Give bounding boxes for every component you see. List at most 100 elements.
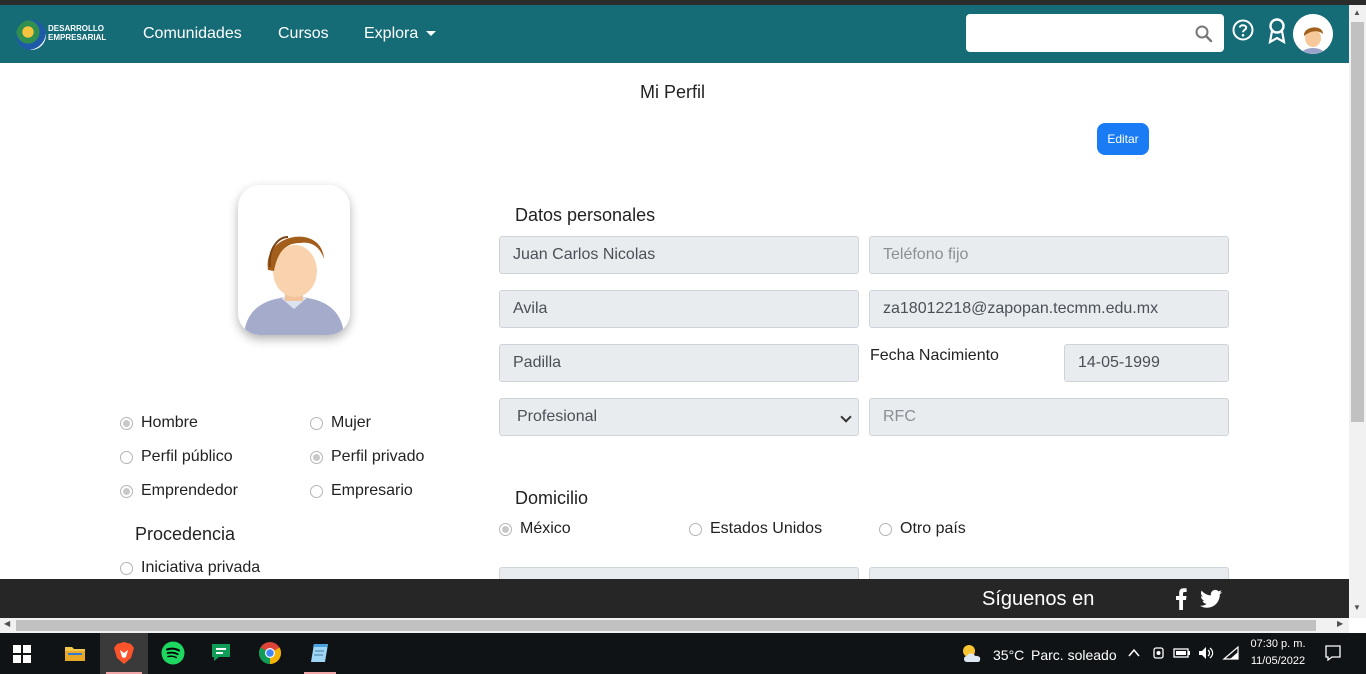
spotify-icon[interactable] [161, 641, 185, 665]
user-avatar[interactable] [1293, 14, 1333, 54]
google-chat-icon[interactable] [209, 641, 233, 665]
horizontal-scrollbar[interactable]: ◀ ▶ [0, 618, 1349, 633]
chrome-icon[interactable] [258, 641, 282, 665]
radio-estados-unidos[interactable]: Estados Unidos [689, 520, 822, 538]
radio-label: Perfil privado [331, 448, 425, 465]
nombre-field[interactable]: Juan Carlos Nicolas [499, 236, 859, 274]
procedencia-title: Procedencia [135, 524, 236, 544]
radio-indicator[interactable] [310, 484, 323, 498]
vertical-scroll-thumb[interactable] [1351, 22, 1364, 422]
radio-indicator[interactable] [120, 484, 133, 498]
windows-start-icon[interactable] [12, 644, 32, 664]
domicilio-field-2[interactable] [869, 567, 1229, 579]
navbar: DESARROLLO EMPRESARIAL Comunidades Curso… [0, 5, 1349, 63]
notifications-icon[interactable] [1324, 644, 1342, 662]
radio-label: Emprendedor [141, 482, 238, 499]
radio-label: Empresario [331, 482, 413, 499]
logo-text: DESARROLLO EMPRESARIAL [48, 24, 106, 42]
profile-picture[interactable] [238, 185, 350, 335]
logo-text-line-1: DESARROLLO [48, 24, 104, 33]
radio-label: Iniciativa privada [141, 559, 261, 576]
search-icon[interactable] [1194, 24, 1214, 44]
page-title: Mi Perfil [640, 82, 706, 102]
radio-otro-pais[interactable]: Otro país [879, 520, 966, 538]
radio-label: Otro país [900, 520, 966, 537]
radio-indicator[interactable] [120, 416, 133, 430]
twitter-icon[interactable] [1200, 589, 1222, 609]
fecha-nacimiento-label: Fecha Nacimiento [870, 347, 999, 364]
nav-link-cursos[interactable]: Cursos [278, 25, 329, 43]
wifi-icon[interactable] [1222, 645, 1240, 661]
file-explorer-icon[interactable] [63, 641, 87, 665]
radio-perfil-publico[interactable]: Perfil público [120, 448, 233, 466]
chevron-up-icon[interactable] [1127, 646, 1141, 660]
radio-indicator[interactable] [120, 561, 133, 575]
clock-date[interactable]: 11/05/2022 [1244, 655, 1312, 667]
taskbar-active-brave[interactable] [100, 633, 148, 674]
domicilio-title: Domicilio [515, 488, 589, 508]
award-icon[interactable] [1267, 18, 1287, 44]
horizontal-scroll-thumb[interactable] [16, 620, 1316, 631]
scroll-left-arrow-icon[interactable]: ◀ [4, 619, 10, 628]
rfc-field[interactable]: RFC [869, 398, 1229, 436]
footer: Síguenos en [0, 579, 1349, 618]
radio-label: Hombre [141, 414, 198, 431]
clock-time[interactable]: 07:30 p. m. [1244, 638, 1312, 650]
meet-now-icon[interactable] [1151, 645, 1167, 661]
vertical-scrollbar[interactable]: ▲ ▼ [1349, 5, 1366, 618]
weather-description: Parc. soleado [1031, 647, 1117, 663]
nivel-select-value: Profesional [517, 408, 598, 425]
radio-label: Perfil público [141, 448, 233, 465]
radio-label: Estados Unidos [710, 520, 823, 537]
apellido-paterno-field[interactable]: Avila [499, 290, 859, 328]
search-input[interactable] [974, 22, 1184, 44]
radio-indicator[interactable] [310, 416, 323, 430]
datos-personales-title: Datos personales [515, 205, 656, 225]
radio-perfil-privado[interactable]: Perfil privado [310, 448, 424, 466]
scroll-up-arrow-icon[interactable]: ▲ [1353, 8, 1361, 17]
scroll-down-arrow-icon[interactable]: ▼ [1353, 603, 1361, 612]
radio-mujer[interactable]: Mujer [310, 414, 371, 432]
taskbar: 35°C Parc. soleado 07:30 p. m. 11/05/202… [0, 633, 1366, 674]
search-box [966, 14, 1224, 52]
logo-emblem-icon [16, 20, 46, 50]
edit-button[interactable]: Editar [1097, 123, 1149, 155]
brave-browser-icon [114, 642, 134, 664]
radio-empresario[interactable]: Empresario [310, 482, 413, 500]
logo-text-line-2: EMPRESARIAL [48, 33, 107, 42]
nav-dropdown-label: Explora [364, 25, 419, 42]
email-field[interactable]: za18012218@zapopan.tecmm.edu.mx [869, 290, 1229, 328]
telefono-field[interactable]: Teléfono fijo [869, 236, 1229, 274]
chevron-down-icon [840, 411, 852, 423]
weather-temperature: 35°C [993, 647, 1025, 663]
nav-link-comunidades[interactable]: Comunidades [143, 25, 242, 43]
nav-dropdown-explora[interactable]: Explora [364, 25, 437, 43]
radio-indicator[interactable] [120, 450, 133, 464]
weather-partly-sunny-icon[interactable] [960, 642, 984, 666]
help-icon[interactable] [1232, 19, 1254, 41]
fecha-nacimiento-field[interactable]: 14-05-1999 [1064, 344, 1229, 382]
radio-indicator[interactable] [310, 450, 323, 464]
follow-us-text: Síguenos en [982, 588, 1095, 610]
avatar-icon [1293, 14, 1333, 54]
radio-hombre[interactable]: Hombre [120, 414, 198, 432]
radio-indicator[interactable] [499, 522, 512, 536]
volume-icon[interactable] [1197, 645, 1215, 661]
domicilio-field-1[interactable] [499, 567, 859, 579]
taskbar-active-app[interactable] [298, 633, 342, 674]
battery-icon[interactable] [1173, 645, 1191, 661]
nivel-select[interactable]: Profesional [499, 398, 859, 436]
site-logo[interactable]: DESARROLLO EMPRESARIAL [16, 19, 116, 51]
profile-avatar-icon [238, 185, 350, 335]
facebook-icon[interactable] [1175, 588, 1187, 610]
radio-mexico[interactable]: México [499, 520, 571, 538]
apellido-materno-field[interactable]: Padilla [499, 344, 859, 382]
notepad-icon [311, 644, 328, 662]
radio-label: México [520, 520, 571, 537]
radio-iniciativa-privada[interactable]: Iniciativa privada [120, 559, 260, 577]
radio-indicator[interactable] [879, 522, 892, 536]
radio-emprendedor[interactable]: Emprendedor [120, 482, 238, 500]
scroll-right-arrow-icon[interactable]: ▶ [1337, 619, 1343, 628]
radio-indicator[interactable] [689, 522, 702, 536]
radio-label: Mujer [331, 414, 372, 431]
